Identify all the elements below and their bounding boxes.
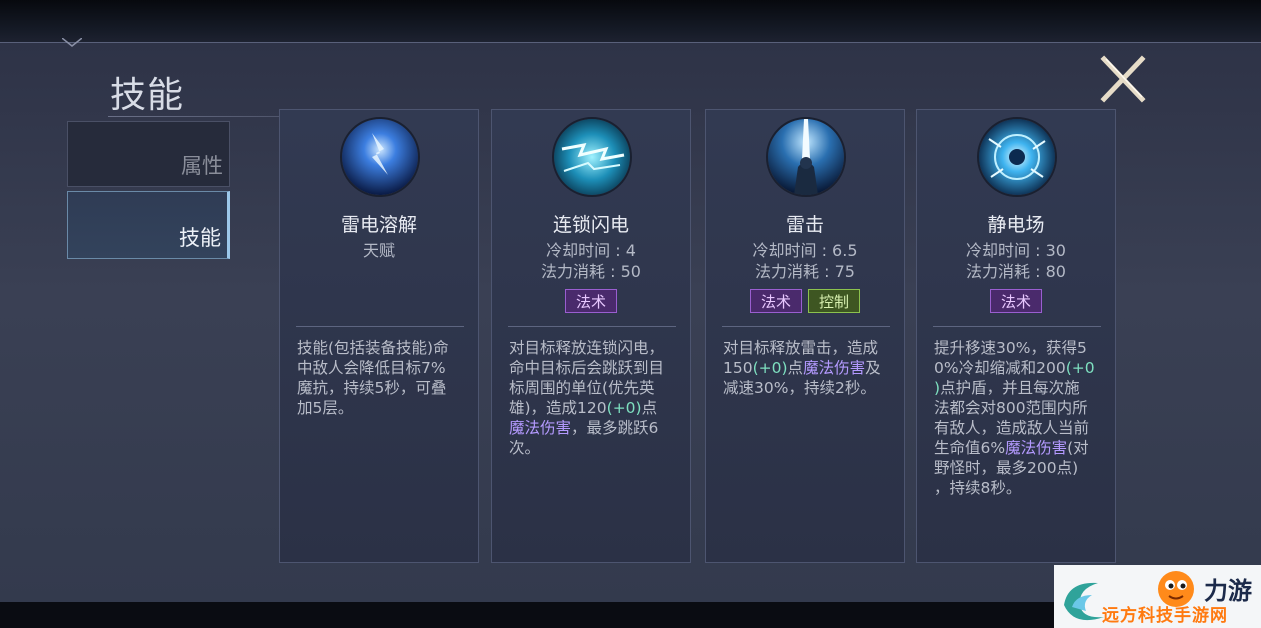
desc-text: 生命值6% (934, 439, 1006, 457)
desc-line: 减速30%，持续2秒。 (723, 379, 876, 397)
tag-magic: 法术 (989, 289, 1042, 313)
desc-text: 点 (641, 399, 658, 417)
skill-card-thunder-strike[interactable]: 雷击 冷却时间 : 6.5 法力消耗 : 75 法术 控制 对目标释放雷击，造成… (705, 109, 905, 563)
skill-mana-cost: 法力消耗 : 75 (755, 262, 855, 281)
skill-description: 对目标释放雷击，造成 150(+0)点魔法伤害及 减速30%，持续2秒。 (723, 338, 893, 398)
card-divider (933, 326, 1101, 327)
card-divider (296, 326, 464, 327)
skill-cooldown: 冷却时间 : 4 (546, 241, 636, 260)
top-background-strip (0, 0, 1261, 42)
desc-line: 雄)，造成120(+0)点 (509, 398, 679, 418)
desc-line: 提升移速30%，获得5 (934, 339, 1087, 357)
close-icon (1100, 55, 1146, 103)
tab-attributes[interactable]: 属性 (67, 121, 230, 187)
skill-description: 对目标释放连锁闪电， 命中目标后会跳跃到目 标周围的单位(优先英 雄)，造成12… (509, 338, 679, 458)
desc-line: 加5层。 (297, 399, 354, 417)
skill-tags: 法术 控制 (706, 289, 904, 313)
desc-text: 150 (723, 359, 753, 377)
desc-line: 有敌人，造成敌人当前 (934, 419, 1090, 437)
skill-description: 提升移速30%，获得5 0%冷却缩减和200(+0 )点护盾，并且每次施 法都会… (934, 338, 1104, 498)
desc-line: ，持续8秒。 (934, 479, 1022, 497)
static-field-icon (977, 117, 1057, 197)
skill-card-chain-lightning[interactable]: 连锁闪电 冷却时间 : 4 法力消耗 : 50 法术 对目标释放连锁闪电， 命中… (491, 109, 691, 563)
watermark-site: 远方科技手游网 (1102, 606, 1228, 626)
desc-line: 命中目标后会跳跃到目 (509, 359, 665, 377)
tag-magic: 法术 (564, 289, 617, 313)
desc-text: 点护盾，并且每次施 (940, 379, 1080, 397)
desc-line: 次。 (509, 439, 541, 457)
skill-mana-cost: 法力消耗 : 50 (541, 262, 641, 281)
tab-skills[interactable]: 技能 (67, 191, 230, 259)
skill-name: 雷击 (785, 214, 824, 236)
card-divider (508, 326, 676, 327)
desc-line: 对目标释放雷击，造成 (723, 339, 879, 357)
skill-card-talent[interactable]: 雷电溶解 天赋 技能(包括装备技能)命 中敌人会降低目标7% 魔抗，持续5秒，可… (279, 109, 479, 563)
thunder-strike-icon (766, 117, 846, 197)
desc-line: 对目标释放连锁闪电， (509, 339, 665, 357)
desc-line: 魔法伤害，最多跳跃6 (509, 418, 679, 438)
desc-line: 技能(包括装备技能)命 (297, 339, 449, 357)
tag-control: 控制 (808, 289, 861, 313)
skill-cooldown: 冷却时间 : 6.5 (752, 241, 858, 260)
skill-tags: 法术 (492, 289, 690, 313)
desc-text: 点 (787, 359, 804, 377)
tag-magic: 法术 (749, 289, 802, 313)
desc-line: 中敌人会降低目标7% (297, 359, 446, 377)
panel-notch-icon (62, 38, 82, 47)
desc-line: 魔抗，持续5秒，可叠 (297, 379, 447, 397)
desc-line: 法都会对800范围内所 (934, 399, 1088, 417)
tab-skills-label: 技能 (179, 226, 221, 250)
skill-mana-cost: 法力消耗 : 80 (966, 262, 1066, 281)
desc-line: )点护盾，并且每次施 (934, 378, 1104, 398)
bonus-value: (+0) (752, 359, 788, 377)
desc-line: 0%冷却缩减和200(+0 (934, 358, 1104, 378)
bonus-value: (+0 (1065, 359, 1095, 377)
magic-damage-keyword: 魔法伤害 (803, 359, 866, 377)
skill-name: 连锁闪电 (552, 214, 629, 236)
chain-lightning-icon (552, 117, 632, 197)
magic-damage-keyword: 魔法伤害 (1005, 439, 1068, 457)
desc-line: 野怪时，最多200点) (934, 459, 1079, 477)
bonus-value: (+0) (606, 399, 642, 417)
skill-name: 静电场 (987, 214, 1045, 236)
skill-subtitle: 天赋 (362, 241, 395, 260)
skill-card-static-field[interactable]: 静电场 冷却时间 : 30 法力消耗 : 80 法术 提升移速30%，获得5 0… (916, 109, 1116, 563)
desc-text: 0%冷却缩减和200 (934, 359, 1066, 377)
skill-cooldown: 冷却时间 : 30 (966, 241, 1066, 260)
tab-attributes-label: 属性 (181, 154, 223, 178)
desc-text: 及 (865, 359, 881, 377)
skill-tags: 法术 (917, 289, 1115, 313)
desc-text: 雄)，造成120 (509, 399, 607, 417)
skill-name: 雷电溶解 (340, 214, 417, 236)
close-button[interactable] (1100, 55, 1146, 103)
desc-text: (对 (1067, 439, 1089, 457)
desc-line: 生命值6%魔法伤害(对 (934, 438, 1104, 458)
desc-line: 150(+0)点魔法伤害及 (723, 358, 893, 378)
desc-line: 标周围的单位(优先英 (509, 379, 655, 397)
desc-text: ，最多跳跃6 (571, 419, 659, 437)
skill-description: 技能(包括装备技能)命 中敌人会降低目标7% 魔抗，持续5秒，可叠 加5层。 (297, 338, 467, 418)
watermark-logo: 力游 远方科技手游网 (1054, 565, 1261, 628)
page-title: 技能 (110, 75, 185, 116)
card-divider (722, 326, 890, 327)
lightning-orb-icon (340, 117, 420, 197)
magic-damage-keyword: 魔法伤害 (509, 419, 572, 437)
